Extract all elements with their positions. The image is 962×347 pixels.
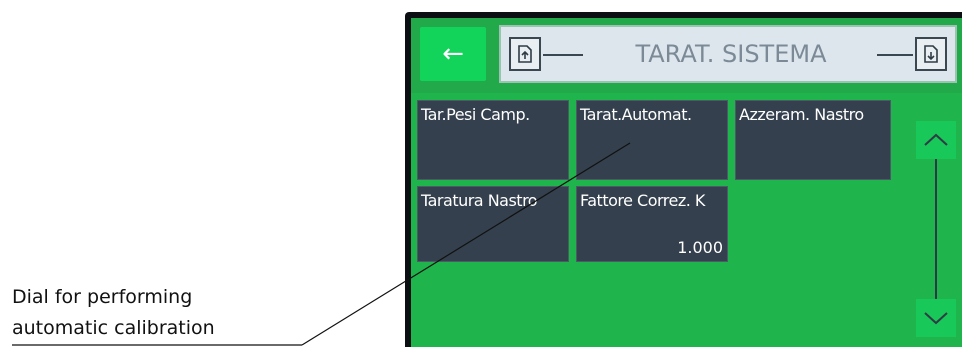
callout-text: Dial for performing automatic calibratio… — [12, 282, 215, 344]
callout-line-1: Dial for performing — [12, 286, 193, 308]
manual-figure: ← TARAT. SISTEMA Tar.Pesi Camp. Tarat.Au… — [0, 0, 962, 347]
callout-line-2: automatic calibration — [12, 317, 215, 339]
